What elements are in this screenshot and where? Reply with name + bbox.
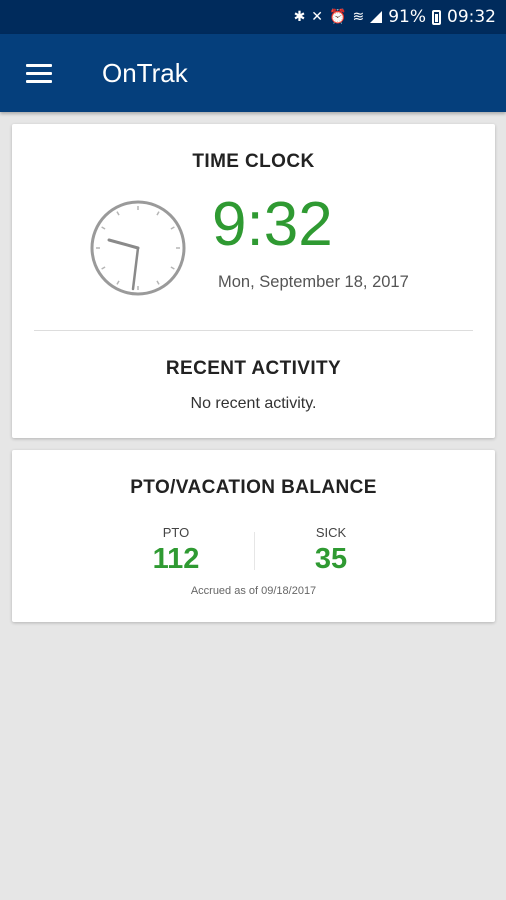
pto-balance: PTO 112: [116, 525, 236, 576]
bluetooth-icon: ✱: [293, 9, 306, 25]
status-bar: ✱ ✕ ⏰ ≋ 91% 09:32: [0, 0, 506, 34]
balance-divider: [254, 532, 255, 570]
wifi-icon: ≋: [352, 9, 365, 25]
pto-value: 112: [152, 543, 200, 575]
pto-balance-card: PTO/VACATION BALANCE PTO 112 SICK 35 Acc…: [12, 450, 495, 622]
sick-label: SICK: [315, 525, 347, 540]
battery-percent: 91%: [388, 7, 426, 27]
hamburger-menu-icon[interactable]: [22, 59, 56, 87]
current-time: 9:32: [212, 190, 333, 259]
alarm-icon: ⏰: [329, 9, 347, 25]
status-icons: ✱ ✕ ⏰ ≋ 91% 09:32: [294, 0, 496, 34]
sick-balance: SICK 35: [271, 525, 391, 576]
battery-icon: [432, 9, 441, 25]
recent-activity-empty: No recent activity.: [190, 395, 317, 412]
time-clock-card: TIME CLOCK 9:32 Mon, September 18, 2017 …: [12, 124, 495, 438]
pto-balance-title: PTO/VACATION BALANCE: [130, 477, 377, 498]
mute-icon: ✕: [311, 9, 324, 25]
current-date: Mon, September 18, 2017: [218, 273, 409, 291]
status-time: 09:32: [447, 7, 496, 27]
sick-value: 35: [314, 543, 348, 575]
signal-icon: [370, 11, 383, 23]
analog-clock-icon: [90, 200, 186, 296]
time-clock-title: TIME CLOCK: [192, 151, 315, 172]
recent-activity-title: RECENT ACTIVITY: [165, 358, 342, 379]
app-title: OnTrak: [102, 58, 188, 88]
accrued-date: Accrued as of 09/18/2017: [190, 585, 317, 597]
pto-label: PTO: [162, 525, 190, 540]
app-bar: OnTrak: [0, 34, 506, 112]
divider: [34, 330, 473, 331]
